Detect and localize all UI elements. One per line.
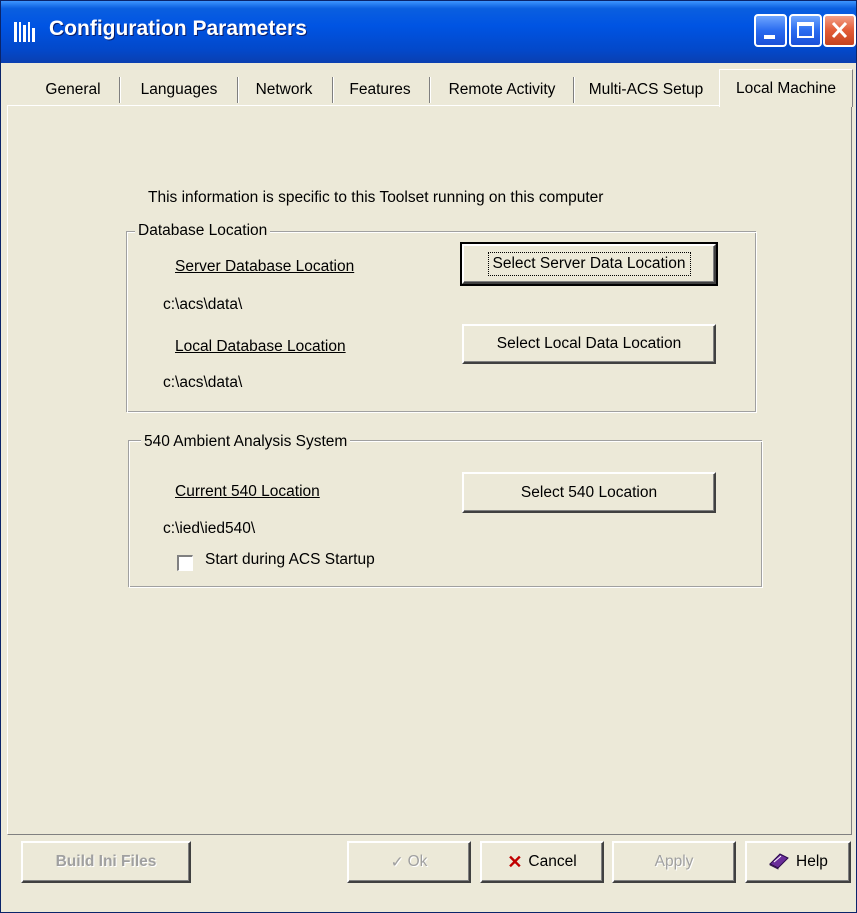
tab-divider <box>573 77 574 103</box>
tab-general[interactable]: General <box>31 73 115 107</box>
select-server-data-location-button[interactable]: Select Server Data Location <box>460 242 718 286</box>
tab-divider <box>429 77 430 103</box>
tab-strip: General Languages Network Features Remot… <box>1 67 857 109</box>
current-540-location-path: c:\ied\ied540\ <box>163 520 256 537</box>
tab-features[interactable]: Features <box>335 73 425 107</box>
maximize-icon <box>797 22 814 38</box>
tab-divider <box>332 77 333 103</box>
tab-remote-activity[interactable]: Remote Activity <box>433 73 571 107</box>
start-during-acs-startup-checkbox[interactable] <box>177 555 193 571</box>
apply-button[interactable]: Apply <box>612 841 736 883</box>
build-ini-files-label: Build Ini Files <box>55 853 157 870</box>
tab-local-machine[interactable]: Local Machine <box>719 69 853 107</box>
ok-check-icon: ✓ <box>390 853 404 871</box>
ambient-analysis-legend: 540 Ambient Analysis System <box>141 433 351 451</box>
server-database-label: Server Database Location <box>175 258 355 275</box>
cancel-x-icon: ✕ <box>507 851 523 872</box>
start-during-acs-startup-label[interactable]: Start during ACS Startup <box>205 551 375 569</box>
server-database-path: c:\acs\data\ <box>163 296 243 313</box>
select-local-data-location-button[interactable]: Select Local Data Location <box>462 324 716 364</box>
select-540-location-button[interactable]: Select 540 Location <box>462 472 716 513</box>
close-button[interactable] <box>823 14 856 47</box>
cancel-button[interactable]: ✕ Cancel <box>480 841 604 883</box>
minimize-icon <box>764 35 775 39</box>
current-540-location-label: Current 540 Location <box>175 483 320 500</box>
database-location-legend: Database Location <box>135 222 271 240</box>
window-title: Configuration Parameters <box>49 17 307 40</box>
build-ini-files-button[interactable]: Build Ini Files <box>21 841 191 883</box>
tab-divider <box>237 77 238 103</box>
app-icon <box>13 19 39 45</box>
ok-label: Ok <box>407 853 428 870</box>
help-button[interactable]: Help <box>745 841 851 883</box>
ok-button[interactable]: ✓ Ok <box>347 841 471 883</box>
configuration-window: Configuration Parameters General Languag… <box>0 0 857 913</box>
local-database-label: Local Database Location <box>175 338 346 355</box>
title-bar[interactable]: Configuration Parameters <box>1 1 856 63</box>
help-label: Help <box>796 853 828 870</box>
close-icon <box>831 21 848 39</box>
info-text: This information is specific to this Too… <box>148 189 604 206</box>
maximize-button[interactable] <box>789 14 822 47</box>
minimize-button[interactable] <box>754 14 787 47</box>
select-server-data-location-label: Select Server Data Location <box>487 252 691 276</box>
tab-network[interactable]: Network <box>239 73 329 107</box>
cancel-label: Cancel <box>528 853 577 870</box>
apply-label: Apply <box>654 853 694 870</box>
local-database-path: c:\acs\data\ <box>163 374 243 391</box>
tab-divider <box>119 77 120 103</box>
help-book-icon <box>768 850 790 875</box>
tab-languages[interactable]: Languages <box>123 73 235 107</box>
tab-multi-acs-setup[interactable]: Multi-ACS Setup <box>575 73 717 107</box>
